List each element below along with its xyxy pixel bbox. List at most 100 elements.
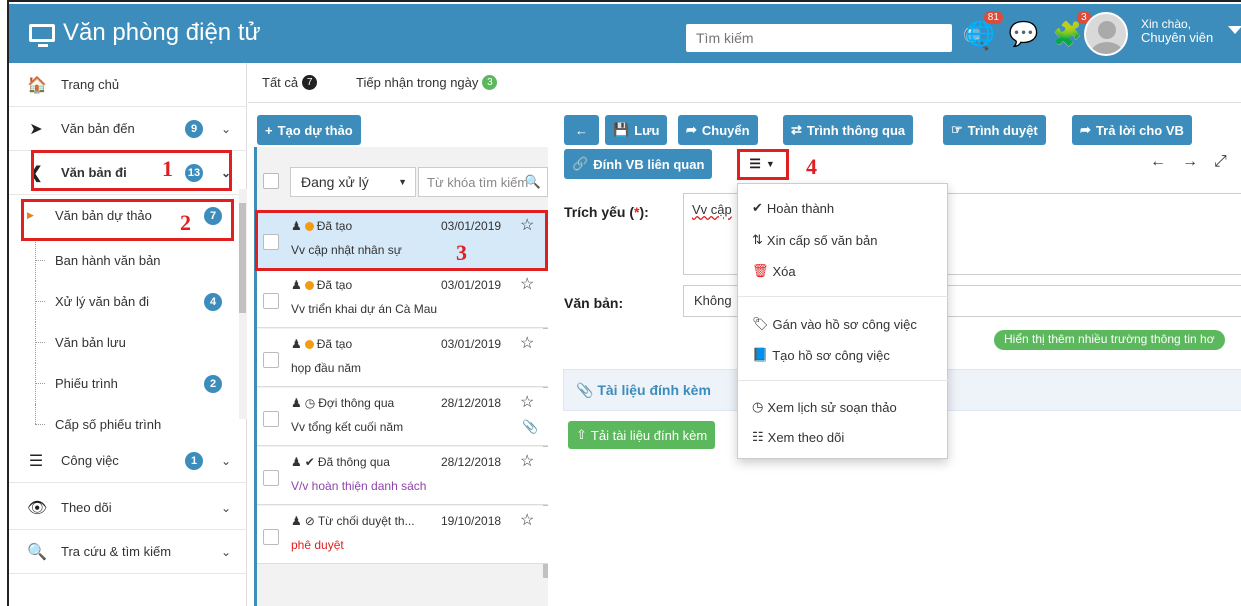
app-title-text: Văn phòng điện tử [63, 19, 261, 46]
attachments-title: 📎 Tài liệu đính kèm [576, 382, 711, 398]
button-label: Tạo dự thảo [277, 122, 353, 138]
menu-item-create-folder[interactable]: 📘 Tạo hồ sơ công việc [752, 347, 890, 363]
check-circle-icon: ✔ [304, 455, 315, 469]
submit-button[interactable]: ⇄ Trình thông qua [783, 115, 914, 145]
save-button[interactable]: 💾 Lưu [605, 115, 668, 145]
menu-item-followers[interactable]: ☷ Xem theo dõi [752, 429, 844, 445]
sidebar-scroll-thumb[interactable] [239, 203, 246, 313]
sidebar-item-search[interactable]: 🔍 Tra cứu & tìm kiếm ⌄ [9, 530, 247, 574]
row-checkbox[interactable] [263, 529, 279, 545]
menu-divider [738, 380, 949, 381]
create-draft-button[interactable]: + Tạo dự thảo [257, 115, 361, 145]
top-navbar: Văn phòng điện tử 🔍 🌐81 💬 🧩3 Xin chào, C… [9, 4, 1241, 63]
sidebar-subitem-proposal[interactable]: Phiếu trình 2 [9, 363, 239, 404]
more-fields-toggle[interactable]: Hiển thị thêm nhiều trường thông tin hơ [994, 330, 1225, 350]
row-date: 03/01/2019 [441, 278, 502, 292]
row-checkbox[interactable] [263, 470, 279, 486]
row-checkbox[interactable] [263, 411, 279, 427]
sidebar-subitem-label: Cấp số phiếu trình [55, 417, 162, 432]
sidebar-item-incoming[interactable]: ➤ Văn bản đến 9 ⌄ [9, 107, 247, 151]
tab-all[interactable]: Tất cả 7 [262, 75, 318, 90]
sidebar-subitem-issue[interactable]: Ban hành văn bản [9, 240, 239, 281]
user-icon: ♟ [291, 278, 302, 292]
row-checkbox[interactable] [263, 352, 279, 368]
record-navigation: ← → ⤢ [1150, 153, 1227, 171]
doc-label: Văn bản: [564, 295, 624, 311]
annotation-box-2 [21, 199, 234, 241]
sidebar-subitem-label: Phiếu trình [55, 376, 118, 391]
chat-icon[interactable]: 💬 [1009, 20, 1039, 49]
keyword-search-input[interactable]: Từ khóa tìm kiếm 🔍 [418, 167, 548, 197]
tab-today[interactable]: Tiếp nhận trong ngày 3 [356, 75, 498, 90]
row-date: 03/01/2019 [441, 337, 502, 351]
chevron-down-icon: ⌄ [221, 544, 232, 559]
list-item[interactable]: ♟ ✔ Đã thông qua 28/12/2018 ☆ V/v hoàn thi… [257, 447, 548, 505]
user-icon: ♟ [291, 455, 302, 469]
count-badge: 1 [185, 451, 203, 470]
user-greeting[interactable]: Xin chào, Chuyên viên [1141, 17, 1213, 45]
list-item[interactable]: ♟ Đã tạo 03/01/2019 ☆ Vv triển khai dự án… [257, 270, 548, 328]
menu-item-complete[interactable]: ✔ Hoàn thành [752, 200, 834, 216]
sidebar-subitem-label: Văn bản lưu [55, 335, 126, 350]
notification-badge: 81 [983, 11, 1003, 24]
sidebar-subitem-archive[interactable]: Văn bản lưu [9, 322, 239, 363]
attach-related-button[interactable]: 🔗 Đính VB liên quan [564, 149, 713, 179]
annotation-box-4 [737, 149, 789, 180]
sidebar-item-label: Công việc [61, 453, 119, 468]
sidebar-item-label: Trang chủ [61, 77, 120, 92]
retweet-icon: ⇄ [791, 122, 802, 137]
tab-label: Tiếp nhận trong ngày [356, 75, 479, 90]
search-box[interactable]: 🔍 [686, 24, 990, 52]
menu-divider [738, 296, 949, 297]
row-title: Vv tổng kết cuối năm [291, 420, 404, 434]
row-date: 28/12/2018 [441, 455, 502, 469]
menu-item-history[interactable]: ◷ Xem lịch sử soạn thảo [752, 399, 897, 415]
sidebar-subitem-process[interactable]: Xử lý văn bản đi 4 [9, 281, 239, 322]
row-status: ♟ ◷ Đợi thông qua [291, 396, 395, 410]
star-icon[interactable]: ☆ [520, 451, 534, 471]
globe-icon[interactable]: 🌐 81 [965, 11, 1003, 49]
sidebar-subitem-label: Xử lý văn bản đi [55, 294, 149, 309]
user-menu-caret-icon[interactable] [1228, 26, 1241, 34]
hand-point-icon: ☞ [951, 122, 963, 137]
star-icon[interactable]: ☆ [520, 392, 534, 412]
puzzle-icon[interactable]: 🧩 3 [1053, 11, 1091, 49]
approve-button[interactable]: ☞ Trình duyệt [943, 115, 1046, 145]
user-icon: ♟ [291, 396, 302, 410]
menu-item-assign-folder[interactable]: 🏷 Gán vào hồ sơ công việc [752, 316, 917, 332]
forward-button[interactable]: ➦ Chuyển [678, 115, 758, 145]
sidebar-subitem-label: Ban hành văn bản [55, 253, 161, 268]
row-status: ♟ Đã tạo [291, 337, 353, 351]
list-item[interactable]: ♟ ◷ Đợi thông qua 28/12/2018 ☆ Vv tổng kết… [257, 388, 548, 446]
row-checkbox[interactable] [263, 293, 279, 309]
search-icon[interactable]: 🔍 [525, 174, 541, 190]
search-icon: 🔍 [27, 543, 47, 561]
arrow-left-icon[interactable]: ← [1150, 153, 1166, 171]
list-item[interactable]: ♟ Đã tạo 03/01/2019 ☆ họp đầu năm [257, 329, 548, 387]
arrow-right-icon[interactable]: → [1182, 153, 1198, 171]
star-icon[interactable]: ☆ [520, 333, 534, 353]
search-input[interactable] [696, 30, 921, 46]
sidebar-item-label: Tra cứu & tìm kiếm [61, 544, 172, 559]
keyword-placeholder: Từ khóa tìm kiếm [427, 174, 529, 190]
status-filter-select[interactable]: Đang xử lý ▼ [290, 167, 416, 197]
star-icon[interactable]: ☆ [520, 274, 534, 294]
select-all-checkbox[interactable] [263, 173, 279, 189]
back-button[interactable]: ← [564, 115, 599, 145]
annotation-number-3: 3 [456, 240, 467, 265]
expand-icon[interactable]: ⤢ [1214, 153, 1227, 171]
sidebar-item-follow[interactable]: 👁 Theo dõi ⌄ [9, 486, 247, 530]
menu-item-request-number[interactable]: ⇅ Xin cấp số văn bản [752, 232, 877, 248]
sidebar-item-label: Theo dõi [61, 500, 112, 515]
sidebar-item-home[interactable]: 🏠 Trang chủ [9, 63, 247, 107]
sidebar-item-tasks[interactable]: ☰ Công việc 1 ⌄ [9, 439, 247, 483]
reply-button[interactable]: ➦ Trả lời cho VB [1072, 115, 1192, 145]
menu-item-delete[interactable]: 🗑 Xóa [752, 263, 796, 279]
chevron-down-icon: ⌄ [221, 121, 232, 136]
upload-attachment-button[interactable]: ⇧ Tải tài liệu đính kèm [568, 421, 716, 449]
star-icon[interactable]: ☆ [520, 510, 534, 530]
avatar[interactable] [1084, 12, 1128, 56]
app-title[interactable]: Văn phòng điện tử [29, 19, 261, 47]
list-item[interactable]: ♟ ⊘ Từ chối duyệt th... 19/10/2018 ☆ phê d… [257, 506, 548, 564]
annotation-number-1: 1 [162, 156, 173, 181]
